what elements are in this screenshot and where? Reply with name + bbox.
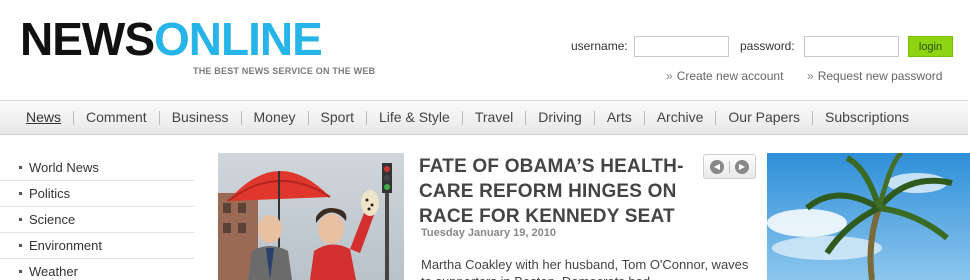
username-input[interactable] xyxy=(634,36,729,57)
logo-online: ONLINE xyxy=(154,13,323,65)
site-tagline: THE BEST NEWS SERVICE ON THE WEB xyxy=(193,66,376,76)
request-password-label: Request new password xyxy=(817,69,943,83)
sidebar-item-label: Politics xyxy=(29,186,71,201)
login-button[interactable]: login xyxy=(908,36,953,57)
nav-item-business[interactable]: Business xyxy=(160,100,241,135)
tropical-photo-image xyxy=(767,153,970,280)
bullet-icon xyxy=(19,192,22,195)
main-nav: News Comment Business Money Sport Life & Styl… xyxy=(0,100,968,135)
double-chevron-icon: » xyxy=(807,69,814,83)
sidebar: World News Politics Science Environment Weat… xyxy=(0,155,194,280)
nav-item-sport[interactable]: Sport xyxy=(309,100,366,135)
nav-item-driving[interactable]: Driving xyxy=(526,100,594,135)
sidebar-item-label: Science xyxy=(29,212,76,227)
nav-item-archive[interactable]: Archive xyxy=(645,100,716,135)
sidebar-item-politics[interactable]: Politics xyxy=(0,181,194,207)
nav-item-money[interactable]: Money xyxy=(242,100,308,135)
sidebar-item-world-news[interactable]: World News xyxy=(0,155,194,181)
sidebar-item-label: Environment xyxy=(29,238,102,253)
password-label: password: xyxy=(740,39,795,53)
sidebar-item-label: Weather xyxy=(29,264,78,279)
nav-item-travel[interactable]: Travel xyxy=(463,100,525,135)
nav-item-comment[interactable]: Comment xyxy=(74,100,159,135)
create-account-link[interactable]: » Create new account xyxy=(666,69,783,83)
nav-item-news[interactable]: News xyxy=(14,100,73,135)
sidebar-item-label: World News xyxy=(29,160,99,175)
double-chevron-icon: » xyxy=(666,69,673,83)
previous-arrow-icon[interactable]: ◀ xyxy=(710,159,724,174)
tropical-photo[interactable] xyxy=(767,153,970,280)
create-account-label: Create new account xyxy=(676,69,784,83)
pager-divider xyxy=(729,160,730,173)
nav-item-life-style[interactable]: Life & Style xyxy=(367,100,462,135)
feature-date: Tuesday January 19, 2010 xyxy=(421,227,556,239)
site-logo[interactable]: NEWSONLINE xyxy=(20,13,323,65)
bullet-icon xyxy=(19,166,22,169)
feature-headline[interactable]: FATE OF OBAMA’S HEALTH-CARE REFORM HINGE… xyxy=(419,154,704,229)
bullet-icon xyxy=(19,218,22,221)
request-password-link[interactable]: » Request new password xyxy=(807,69,942,83)
feature-pager: ◀ ▶ xyxy=(703,154,756,179)
nav-item-subscriptions[interactable]: Subscriptions xyxy=(813,100,921,135)
username-label: username: xyxy=(571,39,628,53)
sidebar-item-science[interactable]: Science xyxy=(0,207,194,233)
password-input[interactable] xyxy=(804,36,899,57)
nav-item-arts[interactable]: Arts xyxy=(595,100,644,135)
bullet-icon xyxy=(19,270,22,273)
nav-item-our-papers[interactable]: Our Papers xyxy=(716,100,812,135)
feature-story-text: Martha Coakley with her husband, Tom O'C… xyxy=(421,257,749,280)
logo-news: NEWS xyxy=(20,13,155,65)
feature-photo[interactable] xyxy=(218,153,404,280)
next-arrow-icon[interactable]: ▶ xyxy=(735,159,749,174)
bullet-icon xyxy=(19,244,22,247)
feature-photo-image xyxy=(218,153,404,280)
sidebar-item-weather[interactable]: Weather xyxy=(0,259,194,280)
sidebar-item-environment[interactable]: Environment xyxy=(0,233,194,259)
